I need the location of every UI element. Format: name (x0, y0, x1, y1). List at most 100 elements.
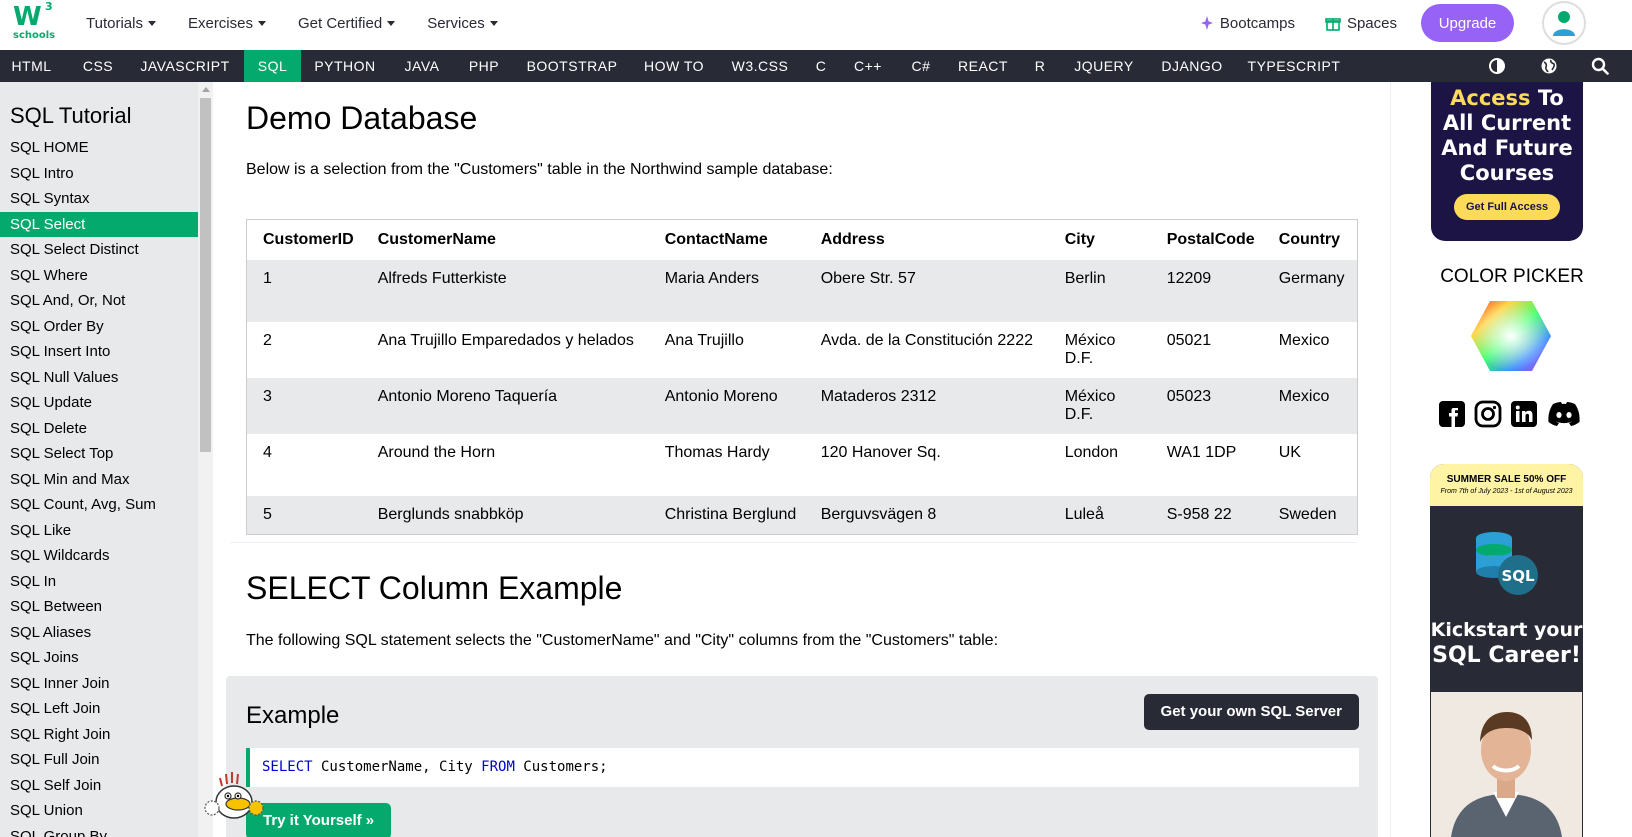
sql-badge-text: SQL (1501, 567, 1535, 585)
sidebar-item[interactable]: SQL Full Join (0, 747, 198, 773)
sale-dates: From 7th of July 2023 - 1st of August 20… (1440, 488, 1573, 495)
nav-csharp[interactable]: C# (904, 50, 938, 82)
promo-text: Kickstart your (1430, 619, 1583, 641)
instagram-icon[interactable] (1474, 400, 1502, 428)
nav-html[interactable]: HTML (0, 50, 63, 82)
nav-javascript[interactable]: JAVASCRIPT (133, 50, 237, 82)
sql-career-promo-ad[interactable]: SUMMER SALE 50% OFF From 7th of July 202… (1430, 464, 1583, 837)
sidebar-item[interactable]: SQL Intro (0, 161, 198, 187)
sidebar-item[interactable]: SQL Joins (0, 645, 198, 671)
user-avatar-button[interactable] (1542, 1, 1586, 45)
sidebar-item[interactable]: SQL Update (0, 390, 198, 416)
table-cell: 05021 (1166, 331, 1212, 349)
sidebar-item[interactable]: SQL Null Values (0, 365, 198, 391)
nav-r[interactable]: R (1028, 50, 1052, 82)
nav-typescript[interactable]: TYPESCRIPT (1242, 50, 1346, 82)
get-own-sql-server-button[interactable]: Get your own SQL Server (1143, 694, 1359, 730)
table-header-row: CustomerID CustomerName ContactName Addr… (247, 220, 1358, 260)
spaces-link[interactable]: Spaces (1325, 15, 1397, 32)
nav-php[interactable]: PHP (458, 50, 510, 82)
sidebar-item[interactable]: SQL Inner Join (0, 671, 198, 697)
nav-css[interactable]: CSS (68, 50, 128, 82)
nav-django[interactable]: DJANGO (1156, 50, 1228, 82)
table-cell: 1 (263, 269, 272, 287)
nav-sql[interactable]: SQL (244, 50, 301, 82)
sidebar-item[interactable]: SQL Wildcards (0, 543, 198, 569)
nav-how-to[interactable]: HOW TO (638, 50, 710, 82)
table-cell: Berguvsvägen 8 (820, 505, 937, 523)
table-cell: 05023 (1166, 387, 1212, 405)
sidebar-item[interactable]: SQL Order By (0, 314, 198, 340)
table-cell: Alfreds Futterkiste (377, 269, 507, 287)
try-it-yourself-button[interactable]: Try it Yourself » (246, 803, 392, 837)
sidebar-item[interactable]: SQL And, Or, Not (0, 288, 198, 314)
sidebar-item[interactable]: SQL Select Distinct (0, 237, 198, 263)
upgrade-button[interactable]: Upgrade (1421, 4, 1514, 42)
sidebar-item[interactable]: SQL Where (0, 263, 198, 289)
sidebar-item-active[interactable]: SQL Select (0, 211, 198, 237)
sidebar-item[interactable]: SQL Like (0, 518, 198, 544)
sidebar-item[interactable]: SQL Left Join (0, 696, 198, 722)
nav-react[interactable]: REACT (952, 50, 1014, 82)
nav-w3css[interactable]: W3.CSS (724, 50, 796, 82)
sidebar-item[interactable]: SQL Count, Avg, Sum (0, 492, 198, 518)
sidebar-item[interactable]: SQL Select Top (0, 441, 198, 467)
contrast-icon[interactable] (1488, 57, 1506, 75)
select-column-heading: SELECT Column Example (246, 570, 623, 606)
sidebar-item[interactable]: SQL Between (0, 594, 198, 620)
nav-cpp[interactable]: C++ (846, 50, 890, 82)
table-row: 2 Ana Trujillo Emparedados y helados Ana… (247, 322, 1358, 378)
sidebar-item[interactable]: SQL In (0, 569, 198, 595)
nav-bootstrap[interactable]: BOOTSTRAP (520, 50, 624, 82)
bootcamps-link[interactable]: Bootcamps (1200, 15, 1295, 32)
promo-person-photo (1431, 692, 1582, 837)
sidebar-item[interactable]: SQL Self Join (0, 773, 198, 799)
nav-java[interactable]: JAVA (396, 50, 448, 82)
table-cell: Around the Horn (377, 443, 496, 461)
menu-get-certified[interactable]: Get Certified (298, 15, 396, 32)
globe-icon[interactable] (1540, 57, 1558, 75)
table-cell: Antonio Moreno (664, 387, 778, 405)
color-picker-title[interactable]: COLOR PICKER (1391, 266, 1632, 288)
logo-mark: W (13, 2, 42, 32)
table-cell: 12209 (1166, 269, 1212, 287)
sidebar-item[interactable]: SQL Aliases (0, 620, 198, 646)
menu-services[interactable]: Services (427, 15, 498, 32)
sidebar-item[interactable]: SQL Min and Max (0, 467, 198, 493)
discord-icon[interactable] (1546, 400, 1582, 428)
duck-mascot-icon[interactable] (202, 766, 264, 828)
sidebar-scrollbar[interactable] (198, 82, 213, 837)
menu-exercises[interactable]: Exercises (188, 15, 266, 32)
courses-promo-ad[interactable]: Access To All Current And Future Courses… (1431, 82, 1583, 241)
get-full-access-button[interactable]: Get Full Access (1453, 194, 1561, 220)
table-cell: 3 (263, 387, 272, 405)
color-picker-hexagon-icon[interactable] (1470, 300, 1552, 372)
scroll-up-arrow-icon[interactable] (202, 87, 210, 92)
nav-python[interactable]: PYTHON (306, 50, 384, 82)
sale-banner: SUMMER SALE 50% OFF From 7th of July 202… (1430, 464, 1583, 506)
sidebar-item[interactable]: SQL Group By (0, 824, 198, 837)
linkedin-icon[interactable] (1510, 400, 1538, 428)
sidebar-item[interactable]: SQL Union (0, 798, 198, 824)
sidebar-item[interactable]: SQL Insert Into (0, 339, 198, 365)
sidebar-item[interactable]: SQL Syntax (0, 186, 198, 212)
sidebar-item[interactable]: SQL Right Join (0, 722, 198, 748)
nav-jquery[interactable]: JQUERY (1066, 50, 1142, 82)
table-cell: Avda. de la Constitución 2222 (820, 331, 1033, 349)
code-text: Customers; (514, 759, 608, 775)
table-header: CustomerID (263, 230, 354, 248)
w3schools-logo[interactable]: W 3 schools (13, 0, 57, 46)
person-photo-icon (1431, 692, 1582, 837)
search-icon[interactable] (1591, 57, 1609, 75)
section-divider (230, 542, 1357, 543)
promo-text: To (1530, 86, 1564, 110)
nav-c[interactable]: C (810, 50, 832, 82)
sidebar-item[interactable]: SQL HOME (0, 135, 198, 161)
table-cell: Ana Trujillo (664, 331, 744, 349)
customers-table: CustomerID CustomerName ContactName Addr… (246, 219, 1358, 535)
menu-tutorials[interactable]: Tutorials (86, 15, 156, 32)
scrollbar-thumb[interactable] (200, 98, 211, 452)
sidebar-item[interactable]: SQL Delete (0, 416, 198, 442)
facebook-icon[interactable] (1438, 400, 1466, 428)
table-cell: Mataderos 2312 (820, 387, 937, 405)
